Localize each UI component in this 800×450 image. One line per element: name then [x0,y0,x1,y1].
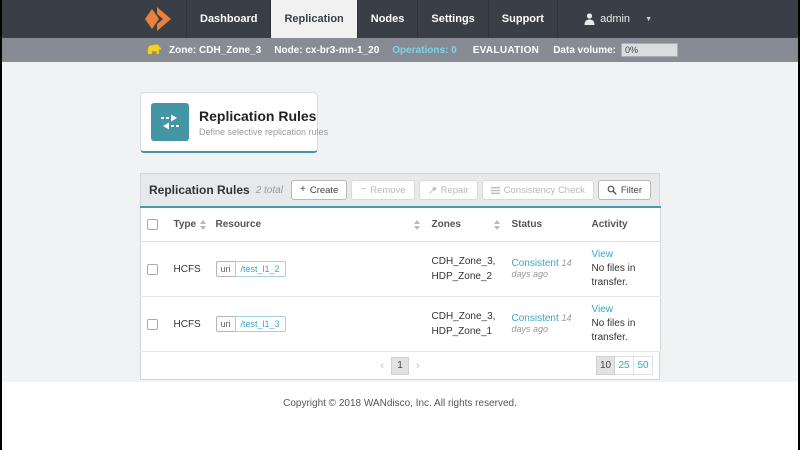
chevron-down-icon: ▼ [645,15,652,23]
top-navigation: Dashboard Replication Nodes Settings Sup… [2,0,798,38]
resource-badge[interactable]: uri /test_l1_2 [215,261,286,278]
page-size-selector: 10 25 50 [596,356,653,376]
activity-note: No files in transfer. [591,318,636,344]
rule-activity: View No files in transfer. [585,296,661,353]
zone-status-bar: Zone: CDH_Zone_3 Node: cx-br3-mn-1_20 Op… [2,38,798,62]
remove-button[interactable]: − Remove [351,180,415,200]
page-size-25[interactable]: 25 [615,356,634,376]
data-volume-label: Data volume: [553,44,616,56]
rule-status: Consistent 14 days ago [505,296,586,353]
rule-status: Consistent 14 days ago [505,241,586,298]
filter-button[interactable]: Filter [597,180,651,200]
user-name: admin [600,13,631,25]
view-link[interactable]: View [592,303,655,317]
main-content: Replication Rules Define selective repli… [2,62,798,409]
repair-button[interactable]: Repair [418,180,478,200]
node-label: Node: cx-br3-mn-1_20 [274,44,380,56]
select-all-checkbox[interactable] [147,219,158,230]
pagination-bar: ‹ 1 › 10 25 50 [140,352,660,381]
panel-toolbar: + Create − Remove Repair Consistency Che… [290,180,651,200]
sort-icon [413,219,420,230]
rule-zones: CDH_Zone_3, HDP_Zone_2 [425,241,506,298]
license-badge: EVALUATION [472,44,540,56]
pager: ‹ 1 › [375,356,425,375]
row-checkbox[interactable] [147,263,158,275]
user-icon [584,13,595,25]
zone-label: Zone: CDH_Zone_3 [169,44,262,56]
resource-path-link[interactable]: /test_l1_2 [234,261,286,278]
tab-dashboard[interactable]: Dashboard [186,0,270,38]
create-button[interactable]: + Create [290,180,348,200]
wandisco-logo[interactable] [144,0,174,38]
status-link[interactable]: Consistent [512,313,559,324]
nav-tabs: Dashboard Replication Nodes Settings Sup… [186,0,558,38]
resource-kind: uri [215,316,235,333]
license-and-volume: EVALUATION Data volume: 0% [473,43,678,57]
rule-type: HCFS [167,241,210,298]
column-header-zones[interactable]: Zones [425,207,506,243]
panel-title: Replication Rules [149,183,250,197]
table-row: HCFS uri /test_l1_3 CDH_Zone_3, HDP_Zone… [140,296,661,353]
data-volume-progressbar: 0% [621,43,678,57]
hadoop-elephant-icon [145,42,162,58]
minus-icon: − [360,184,367,195]
replication-rules-panel: Replication Rules 2 total + Create − Rem… [140,173,661,381]
sort-icon [493,219,500,230]
data-volume-value: 0% [625,45,639,55]
current-page-button[interactable]: 1 [391,356,409,375]
sort-icon [200,219,207,230]
search-icon [607,185,617,195]
resource-badge[interactable]: uri /test_l1_3 [215,316,286,333]
view-link[interactable]: View [592,248,655,262]
rule-type: HCFS [167,296,210,353]
prev-page-button[interactable]: ‹ [375,360,389,372]
wandisco-logo-icon [145,7,171,31]
status-link[interactable]: Consistent [512,258,559,269]
plus-icon: + [299,184,306,195]
activity-note: No files in transfer. [591,263,636,289]
tab-nodes[interactable]: Nodes [356,0,418,38]
column-header-resource[interactable]: Resource [209,207,426,243]
page-header-card: Replication Rules Define selective repli… [140,92,328,153]
column-header-type[interactable]: Type [167,207,210,243]
column-header-activity: Activity [585,207,661,243]
list-icon [490,186,500,194]
app-window: Dashboard Replication Nodes Settings Sup… [2,0,798,450]
page-size-50[interactable]: 50 [634,356,653,376]
page-header-text: Replication Rules Define selective repli… [199,108,328,137]
wrench-icon [428,186,436,194]
user-menu[interactable]: admin ▼ [584,0,652,38]
column-header-status: Status [505,207,586,243]
copyright-footer: Copyright © 2018 WANdisco, Inc. All righ… [283,398,517,410]
panel-header: Replication Rules 2 total + Create − Rem… [140,173,660,206]
table-header-row: Type Resource Zones Status Activity [140,207,661,243]
replication-rules-table: Type Resource Zones Status Activity HCFS… [140,206,661,353]
next-page-button[interactable]: › [411,360,425,372]
page-subtitle: Define selective replication rules [199,126,329,137]
consistency-check-button[interactable]: Consistency Check [481,180,594,200]
tab-settings[interactable]: Settings [417,0,487,38]
operations-link[interactable]: Operations: 0 [392,45,456,56]
tab-support[interactable]: Support [487,0,558,38]
replication-arrows-icon [151,103,189,141]
page-title: Replication Rules [199,107,317,124]
rule-zones: CDH_Zone_3, HDP_Zone_1 [425,296,506,353]
rules-count: 2 total [255,184,283,196]
page-size-10[interactable]: 10 [596,356,615,376]
tab-replication[interactable]: Replication [270,0,357,38]
rule-activity: View No files in transfer. [585,241,661,298]
row-checkbox[interactable] [147,318,158,330]
table-row: HCFS uri /test_l1_2 CDH_Zone_3, HDP_Zone… [140,241,661,298]
resource-kind: uri [215,261,235,278]
resource-path-link[interactable]: /test_l1_3 [234,316,286,333]
